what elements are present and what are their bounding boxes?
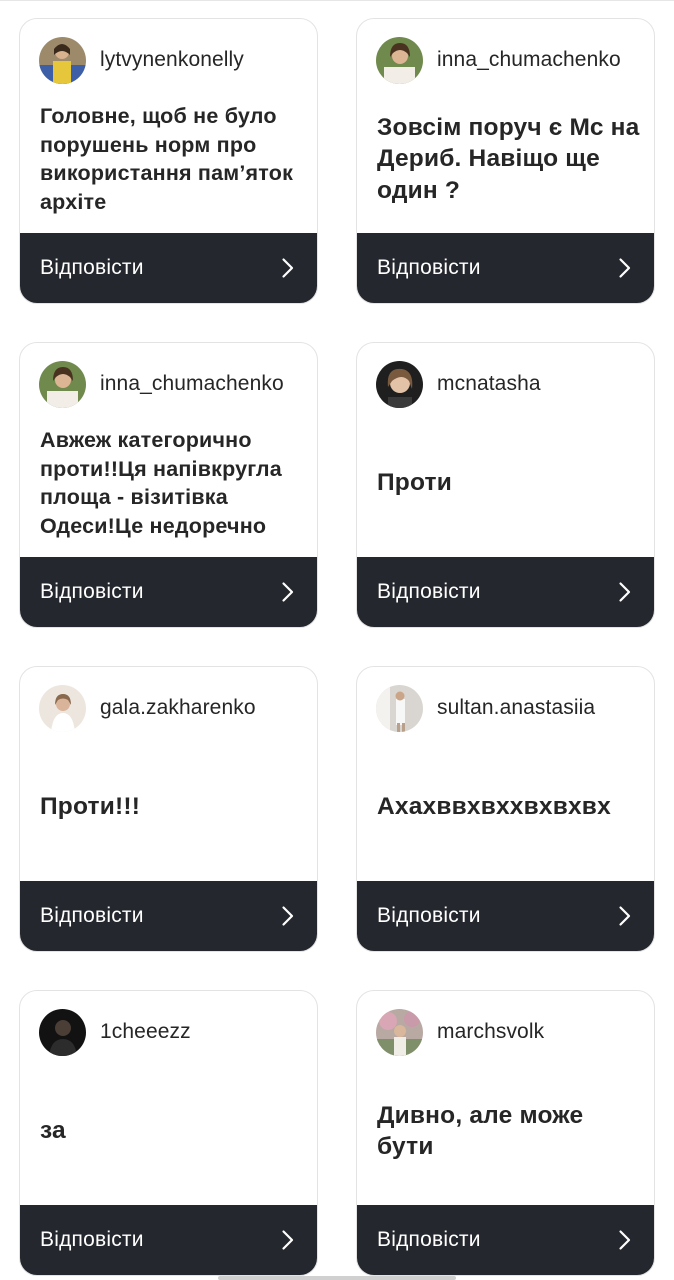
reply-button[interactable]: Відповісти bbox=[20, 233, 317, 303]
reply-label: Відповісти bbox=[40, 1228, 144, 1251]
reply-button[interactable]: Відповісти bbox=[357, 233, 654, 303]
avatar-photo-icon bbox=[376, 684, 423, 732]
question-text: Авжеж категорично проти!!Ця напівкругла … bbox=[40, 408, 303, 558]
question-label: Зовсім поруч є Мс на Дериб. Навіщо ще од… bbox=[377, 113, 640, 204]
avatar[interactable] bbox=[376, 360, 423, 408]
question-label: Дивно, але може бути bbox=[377, 1101, 584, 1161]
reply-label: Відповісти bbox=[377, 256, 481, 279]
avatar-photo-icon bbox=[39, 1008, 86, 1056]
card-header: sultan.anastasiia bbox=[376, 684, 595, 732]
response-card: inna_chumachenko Авжеж категорично проти… bbox=[19, 342, 318, 628]
response-card: lytvynenkonelly Головне, щоб не було пор… bbox=[19, 18, 318, 304]
chevron-right-icon bbox=[282, 906, 294, 926]
chevron-right-icon bbox=[619, 258, 631, 278]
reply-label: Відповісти bbox=[377, 1228, 481, 1251]
response-card: marchsvolk Дивно, але може бути Відповіс… bbox=[356, 990, 655, 1276]
avatar-photo-icon bbox=[376, 36, 423, 84]
avatar[interactable] bbox=[376, 1008, 423, 1056]
username[interactable]: mcnatasha bbox=[437, 372, 541, 396]
question-label: Авжеж категорично проти!!Ця напівкругла … bbox=[40, 428, 282, 538]
card-header: inna_chumachenko bbox=[39, 360, 284, 408]
reply-button[interactable]: Відповісти bbox=[357, 881, 654, 951]
card-header: 1cheeezz bbox=[39, 1008, 191, 1056]
avatar[interactable] bbox=[39, 1008, 86, 1056]
question-label: за bbox=[40, 1117, 66, 1145]
username[interactable]: lytvynenkonelly bbox=[100, 48, 244, 72]
chevron-right-icon bbox=[619, 582, 631, 602]
chevron-right-icon bbox=[282, 1230, 294, 1250]
username[interactable]: gala.zakharenko bbox=[100, 696, 256, 720]
reply-label: Відповісти bbox=[40, 256, 144, 279]
question-label: Ахахввхвххвхвхвх bbox=[377, 793, 611, 821]
question-label: Проти bbox=[377, 469, 452, 497]
response-card: 1cheeezz за Відповісти bbox=[19, 990, 318, 1276]
card-header: mcnatasha bbox=[376, 360, 541, 408]
username[interactable]: inna_chumachenko bbox=[100, 372, 284, 396]
response-card: inna_chumachenko Зовсім поруч є Мс на Де… bbox=[356, 18, 655, 304]
reply-button[interactable]: Відповісти bbox=[357, 1205, 654, 1275]
question-text: Проти!!! bbox=[40, 732, 303, 882]
question-text: Проти bbox=[377, 408, 640, 558]
avatar[interactable] bbox=[376, 684, 423, 732]
username[interactable]: marchsvolk bbox=[437, 1020, 544, 1044]
username[interactable]: sultan.anastasiia bbox=[437, 696, 595, 720]
question-sticker-grid: lytvynenkonelly Головне, щоб не було пор… bbox=[0, 0, 674, 1280]
avatar[interactable] bbox=[39, 684, 86, 732]
response-card: gala.zakharenko Проти!!! Відповісти bbox=[19, 666, 318, 952]
reply-button[interactable]: Відповісти bbox=[20, 557, 317, 627]
reply-button[interactable]: Відповісти bbox=[357, 557, 654, 627]
reply-label: Відповісти bbox=[377, 904, 481, 927]
question-text: Ахахввхвххвхвхвх bbox=[377, 732, 640, 882]
question-text: Головне, щоб не було порушень норм про в… bbox=[40, 84, 303, 234]
avatar[interactable] bbox=[39, 36, 86, 84]
question-text: Дивно, але може бути bbox=[377, 1056, 640, 1206]
avatar-photo-icon bbox=[39, 360, 86, 408]
card-header: gala.zakharenko bbox=[39, 684, 256, 732]
chevron-right-icon bbox=[282, 582, 294, 602]
question-label: Головне, щоб не було порушень норм про в… bbox=[40, 104, 294, 214]
question-label: Проти!!! bbox=[40, 793, 141, 821]
response-card: mcnatasha Проти Відповісти bbox=[356, 342, 655, 628]
question-text: за bbox=[40, 1056, 303, 1206]
reply-label: Відповісти bbox=[377, 580, 481, 603]
avatar-photo-icon bbox=[39, 684, 86, 732]
avatar[interactable] bbox=[39, 360, 86, 408]
chevron-right-icon bbox=[619, 1230, 631, 1250]
username[interactable]: 1cheeezz bbox=[100, 1020, 191, 1044]
reply-label: Відповісти bbox=[40, 580, 144, 603]
card-header: marchsvolk bbox=[376, 1008, 544, 1056]
question-text: Зовсім поруч є Мс на Дериб. Навіщо ще од… bbox=[377, 84, 640, 234]
card-header: inna_chumachenko bbox=[376, 36, 621, 84]
avatar-photo-icon bbox=[376, 1008, 423, 1056]
card-header: lytvynenkonelly bbox=[39, 36, 244, 84]
response-card: sultan.anastasiia Ахахввхвххвхвхвх Відпо… bbox=[356, 666, 655, 952]
home-indicator[interactable] bbox=[218, 1276, 456, 1280]
reply-button[interactable]: Відповісти bbox=[20, 1205, 317, 1275]
avatar-photo-icon bbox=[376, 360, 423, 408]
avatar-photo-icon bbox=[39, 36, 86, 84]
avatar[interactable] bbox=[376, 36, 423, 84]
username[interactable]: inna_chumachenko bbox=[437, 48, 621, 72]
chevron-right-icon bbox=[619, 906, 631, 926]
reply-label: Відповісти bbox=[40, 904, 144, 927]
chevron-right-icon bbox=[282, 258, 294, 278]
reply-button[interactable]: Відповісти bbox=[20, 881, 317, 951]
